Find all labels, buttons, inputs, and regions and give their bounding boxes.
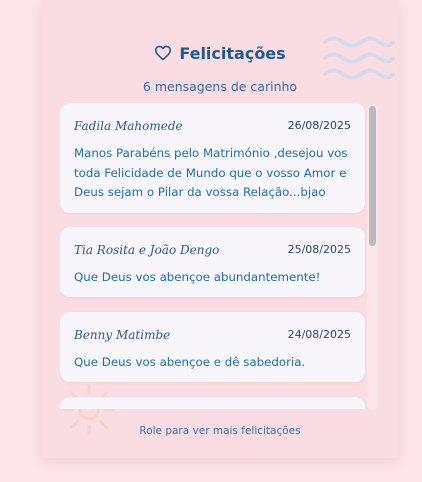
- section-header: Felicitações 6 mensagens de carinho: [41, 42, 399, 95]
- message-text: Que Deus vos abençoe e dê sabedoria.: [74, 355, 306, 369]
- messages-scrollbar[interactable]: [367, 104, 378, 410]
- message-author: Benny Matimbe: [74, 328, 171, 342]
- message-author: Tia Rosita e João Dengo: [74, 243, 220, 257]
- message-card: Tia Rosita e João Dengo 25/08/2025 Que D…: [60, 227, 365, 297]
- message-count: 6 mensagens de carinho: [142, 79, 298, 94]
- message-date: 25/08/2025: [287, 243, 351, 256]
- message-card: Benny Matimbe 24/08/2025 Que Deus vos ab…: [60, 312, 365, 382]
- scrollbar-thumb[interactable]: [369, 106, 376, 246]
- message-card: [60, 397, 365, 409]
- title-row: Felicitações: [41, 42, 399, 64]
- message-author: Fadila Mahomede: [74, 119, 183, 133]
- heart-icon: [155, 45, 172, 61]
- message-date: 26/08/2025: [287, 119, 351, 132]
- messages-list[interactable]: Fadila Mahomede 26/08/2025 Manos Parabén…: [60, 103, 380, 409]
- scroll-hint: Role para ver mais felicitações: [139, 425, 301, 437]
- felicitacoes-card: Felicitações 6 mensagens de carinho Fadi…: [41, 0, 399, 458]
- message-card: Fadila Mahomede 26/08/2025 Manos Parabén…: [60, 103, 365, 213]
- section-title: Felicitações: [179, 43, 286, 63]
- message-text: Manos Parabéns pelo Matrimónio ,desejou …: [74, 146, 348, 199]
- message-text: Que Deus vos abençoe abundantemente!: [74, 270, 321, 284]
- message-date: 24/08/2025: [287, 328, 351, 341]
